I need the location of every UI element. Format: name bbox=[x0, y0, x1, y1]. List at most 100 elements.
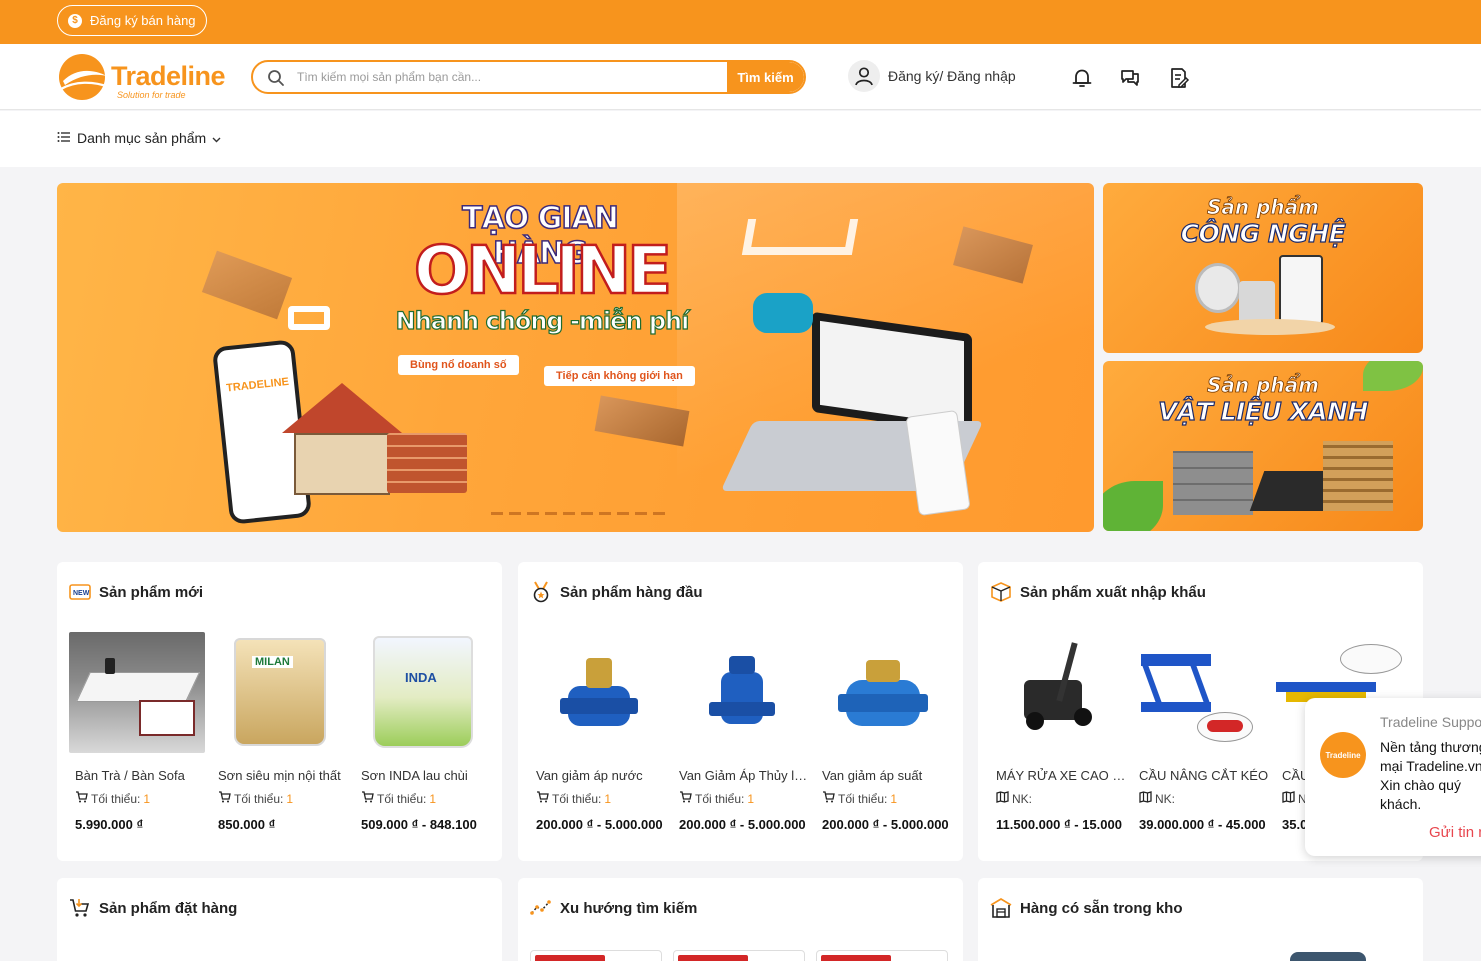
carousel-dot[interactable] bbox=[563, 512, 575, 515]
account-login-link[interactable]: Đăng ký/ Đăng nhập bbox=[848, 60, 1016, 92]
product-price: 850.000 ₫ bbox=[218, 817, 276, 832]
section-header[interactable]: Hàng có sẵn trong kho bbox=[990, 897, 1183, 919]
section-header[interactable]: Sản phẩm xuất nhập khẩu bbox=[990, 581, 1206, 603]
product-name: Van giảm áp nước bbox=[536, 768, 643, 783]
product-card[interactable]: Van Giảm Áp Thủy lực Tối thiểu: 1 200.00… bbox=[673, 632, 809, 832]
send-message-link[interactable]: Gửi tin nhắn bbox=[1429, 824, 1481, 841]
side-banner-tech[interactable]: Sản phẩm CÔNG NGHỆ bbox=[1103, 183, 1423, 353]
chevron-down-icon bbox=[212, 130, 221, 146]
carousel-dot[interactable] bbox=[527, 512, 539, 515]
trend-thumbnail[interactable] bbox=[816, 950, 948, 961]
product-card[interactable]: Van giảm áp nước Tối thiểu: 1 200.000 ₫ … bbox=[530, 632, 666, 832]
product-price: 11.500.000 ₫ - 15.000 bbox=[996, 817, 1122, 832]
product-import-label: NK: bbox=[990, 791, 1126, 806]
section-header[interactable]: Xu hướng tìm kiếm bbox=[530, 897, 697, 919]
svg-text:NEW: NEW bbox=[73, 590, 90, 597]
banner-box-shape-3 bbox=[594, 395, 690, 447]
product-card[interactable]: MÁY RỬA XE CAO ÁP NK: 11.500.000 ₫ - 15.… bbox=[990, 632, 1126, 832]
product-min-qty: Tối thiểu: 1 bbox=[69, 791, 205, 806]
product-image-inda-paint: INDA bbox=[355, 632, 491, 753]
section-header[interactable]: Sản phẩm đặt hàng bbox=[69, 897, 237, 919]
banner-saw-tool bbox=[753, 293, 813, 333]
medal-icon bbox=[530, 581, 552, 603]
product-card[interactable]: INDA Sơn INDA lau chùi Tối thiểu: 1 509.… bbox=[355, 632, 491, 832]
side-banner-green[interactable]: Sản phẩm VẬT LIỆU XANH bbox=[1103, 361, 1423, 531]
banner-hexagon-outline bbox=[741, 219, 859, 255]
product-card[interactable]: CẦU NÂNG CẮT KÉO NK: 39.000.000 ₫ - 45.0… bbox=[1133, 632, 1269, 832]
section-card-new-products: NEW Sản phẩm mới Bàn Trà / Bàn Sofa Tối … bbox=[57, 562, 502, 861]
order-list-icon[interactable] bbox=[1165, 65, 1191, 91]
chat-agent-name: Tradeline Support bbox=[1380, 714, 1481, 730]
top-bar: $ Đăng ký bán hàng bbox=[0, 0, 1481, 44]
new-badge-icon: NEW bbox=[69, 581, 91, 603]
section-card-in-stock: Hàng có sẵn trong kho bbox=[978, 878, 1423, 961]
register-seller-button[interactable]: $ Đăng ký bán hàng bbox=[57, 5, 207, 36]
product-category-label: Danh mục sản phẩm bbox=[77, 130, 207, 146]
carousel-dot[interactable] bbox=[599, 512, 611, 515]
cart-icon bbox=[822, 791, 835, 806]
product-price: 509.000 ₫ - 848.100 bbox=[361, 817, 477, 832]
min-qty-label: Tối thiểu: bbox=[377, 791, 427, 806]
section-card-top-products: Sản phẩm hàng đầu Van giảm áp nước Tối t… bbox=[518, 562, 963, 861]
product-card[interactable]: MILAN Sơn siêu mịn nội thất Tối thiểu: 1… bbox=[212, 632, 348, 832]
chat-icon[interactable] bbox=[1117, 65, 1143, 91]
main-banner[interactable]: TRADELINE TẠO GIAN HÀNG ONLINE Nhanh chó… bbox=[57, 183, 1094, 532]
product-name: Van Giảm Áp Thủy lực bbox=[679, 768, 809, 783]
product-name: MÁY RỬA XE CAO ÁP bbox=[996, 768, 1126, 783]
product-image-scissor-lift bbox=[1133, 632, 1269, 753]
bell-icon[interactable] bbox=[1069, 65, 1095, 91]
carousel-dot[interactable] bbox=[581, 512, 593, 515]
product-image-valve bbox=[530, 632, 666, 753]
support-chat-popup[interactable]: Tradeline Support Tradeline Nền tảng thư… bbox=[1305, 698, 1481, 856]
product-name: CẦU NÂNG CẮT KÉO bbox=[1139, 768, 1269, 783]
product-image-milan-paint: MILAN bbox=[212, 632, 348, 753]
carousel-dot[interactable] bbox=[617, 512, 629, 515]
product-min-qty: Tối thiểu: 1 bbox=[530, 791, 666, 806]
product-image-pressure-washer bbox=[990, 632, 1126, 753]
min-qty-value: 1 bbox=[890, 791, 898, 806]
min-qty-label: Tối thiểu: bbox=[552, 791, 602, 806]
carousel-dot[interactable] bbox=[509, 512, 521, 515]
section-card-search-trends: Xu hướng tìm kiếm bbox=[518, 878, 963, 961]
section-title: Sản phẩm đặt hàng bbox=[99, 899, 238, 917]
min-qty-label: Tối thiểu: bbox=[234, 791, 284, 806]
section-header[interactable]: NEW Sản phẩm mới bbox=[69, 581, 203, 603]
banner-pill-sales: Bùng nổ doanh số bbox=[398, 355, 519, 375]
carousel-dot[interactable] bbox=[653, 512, 665, 515]
trend-thumbnail[interactable] bbox=[673, 950, 805, 961]
carousel-dot[interactable] bbox=[491, 512, 503, 515]
section-header[interactable]: Sản phẩm hàng đầu bbox=[530, 581, 703, 603]
product-image-coffee-table bbox=[69, 632, 205, 753]
search-button[interactable]: Tìm kiếm bbox=[727, 62, 804, 92]
cart-icon bbox=[536, 791, 549, 806]
product-category-menu[interactable]: Danh mục sản phẩm bbox=[57, 130, 221, 146]
svg-text:Tradeline: Tradeline bbox=[111, 61, 226, 91]
map-icon bbox=[1139, 791, 1152, 806]
carousel-dot[interactable] bbox=[635, 512, 647, 515]
product-image-valve bbox=[816, 632, 952, 753]
svg-text:Solution for trade: Solution for trade bbox=[117, 90, 186, 100]
map-icon bbox=[996, 791, 1009, 806]
product-card[interactable]: Van giảm áp suất Tối thiểu: 1 200.000 ₫ … bbox=[816, 632, 952, 832]
banner-box-shape bbox=[201, 250, 293, 320]
warehouse-icon bbox=[990, 897, 1012, 919]
import-label: NK: bbox=[1155, 791, 1176, 806]
inda-brand-label: INDA bbox=[405, 670, 437, 685]
search-bar: Tìm kiếm bbox=[251, 60, 806, 94]
tech-products-image bbox=[1195, 255, 1345, 335]
min-qty-value: 1 bbox=[286, 791, 294, 806]
section-card-order-products: Sản phẩm đặt hàng bbox=[57, 878, 502, 961]
search-input[interactable] bbox=[297, 62, 727, 92]
tradeline-logo[interactable]: Tradeline Solution for trade bbox=[57, 52, 229, 102]
trend-thumbnail[interactable] bbox=[530, 950, 662, 961]
cart-icon bbox=[75, 791, 88, 806]
carousel-dot[interactable] bbox=[545, 512, 557, 515]
section-title: Sản phẩm hàng đầu bbox=[560, 583, 703, 601]
product-card[interactable]: Bàn Trà / Bàn Sofa Tối thiểu: 1 5.990.00… bbox=[69, 632, 205, 832]
banner-pill-reach: Tiếp cận không giới hạn bbox=[544, 366, 695, 386]
category-bar: Danh mục sản phẩm bbox=[0, 111, 1481, 167]
cart-icon bbox=[218, 791, 231, 806]
map-icon bbox=[1282, 791, 1295, 806]
stock-item-thumbnail[interactable] bbox=[1290, 952, 1366, 961]
product-name: Sơn siêu mịn nội thất bbox=[218, 768, 341, 783]
